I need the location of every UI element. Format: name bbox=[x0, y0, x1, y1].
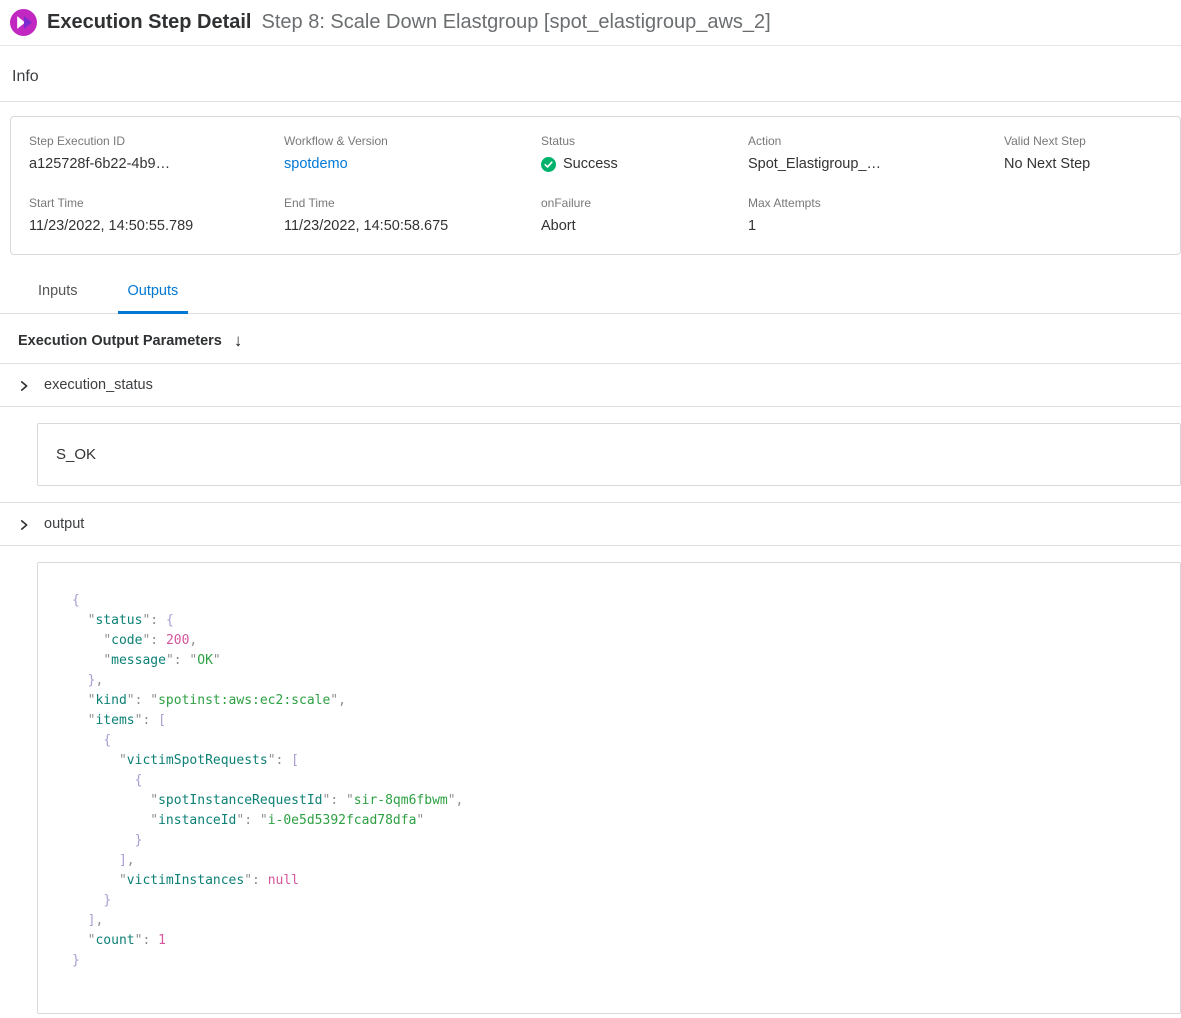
field-value: 11/23/2022, 14:50:55.789 bbox=[29, 218, 284, 234]
field-label: Status bbox=[541, 134, 748, 148]
param-name: output bbox=[44, 516, 84, 532]
output-json-viewer: { "status": { "code": 200, "message": "O… bbox=[72, 591, 1170, 971]
params-title: Execution Output Parameters bbox=[18, 333, 222, 349]
field-label: onFailure bbox=[541, 196, 748, 210]
info-section-label: Info bbox=[0, 46, 1181, 102]
field-max-attempts: Max Attempts 1 bbox=[748, 196, 1004, 234]
param-name: execution_status bbox=[44, 377, 153, 393]
field-workflow-version: Workflow & Version spotdemo bbox=[284, 134, 541, 172]
field-label: End Time bbox=[284, 196, 541, 210]
info-card: Step Execution ID a125728f-6b22-4b9… Wor… bbox=[10, 116, 1181, 255]
success-check-icon bbox=[541, 157, 556, 172]
output-json-box: { "status": { "code": 200, "message": "O… bbox=[37, 562, 1181, 1014]
tab-outputs[interactable]: Outputs bbox=[118, 277, 189, 314]
field-action: Action Spot_Elastigroup_… bbox=[748, 134, 1004, 172]
chevron-right-icon bbox=[18, 379, 30, 391]
download-arrow-icon[interactable]: ↓ bbox=[234, 332, 243, 349]
field-value: 11/23/2022, 14:50:58.675 bbox=[284, 218, 541, 234]
field-step-execution-id: Step Execution ID a125728f-6b22-4b9… bbox=[29, 134, 284, 172]
field-label: Valid Next Step bbox=[1004, 134, 1162, 148]
field-value: Spot_Elastigroup_… bbox=[748, 156, 1004, 172]
field-start-time: Start Time 11/23/2022, 14:50:55.789 bbox=[29, 196, 284, 234]
page-title: Execution Step Detail bbox=[47, 11, 252, 34]
status-badge: Success bbox=[563, 156, 618, 172]
field-valid-next-step: Valid Next Step No Next Step bbox=[1004, 134, 1162, 172]
param-toggle-output[interactable]: output bbox=[0, 502, 1181, 546]
field-value: a125728f-6b22-4b9… bbox=[29, 156, 284, 172]
field-value: 1 bbox=[748, 218, 1004, 234]
tab-bar: Inputs Outputs bbox=[0, 277, 1181, 314]
field-label: Max Attempts bbox=[748, 196, 1004, 210]
workflow-link[interactable]: spotdemo bbox=[284, 156, 541, 172]
tab-inputs[interactable]: Inputs bbox=[28, 277, 88, 313]
field-onfailure: onFailure Abort bbox=[541, 196, 748, 234]
chevron-right-icon bbox=[18, 518, 30, 530]
param-toggle-execution-status[interactable]: execution_status bbox=[0, 364, 1181, 407]
field-label: Action bbox=[748, 134, 1004, 148]
top-bar: Execution Step Detail Step 8: Scale Down… bbox=[0, 0, 1181, 46]
field-label: Workflow & Version bbox=[284, 134, 541, 148]
app-logo-icon bbox=[10, 9, 37, 36]
execution-status-value: S_OK bbox=[56, 446, 96, 463]
field-value: No Next Step bbox=[1004, 156, 1162, 172]
field-end-time: End Time 11/23/2022, 14:50:58.675 bbox=[284, 196, 541, 234]
field-label: Step Execution ID bbox=[29, 134, 284, 148]
execution-status-value-box: S_OK bbox=[37, 423, 1181, 486]
page-subtitle: Step 8: Scale Down Elastgroup [spot_elas… bbox=[262, 11, 771, 34]
field-status: Status Success bbox=[541, 134, 748, 172]
field-value: Abort bbox=[541, 218, 748, 234]
params-header: Execution Output Parameters ↓ bbox=[0, 314, 1181, 364]
field-label: Start Time bbox=[29, 196, 284, 210]
